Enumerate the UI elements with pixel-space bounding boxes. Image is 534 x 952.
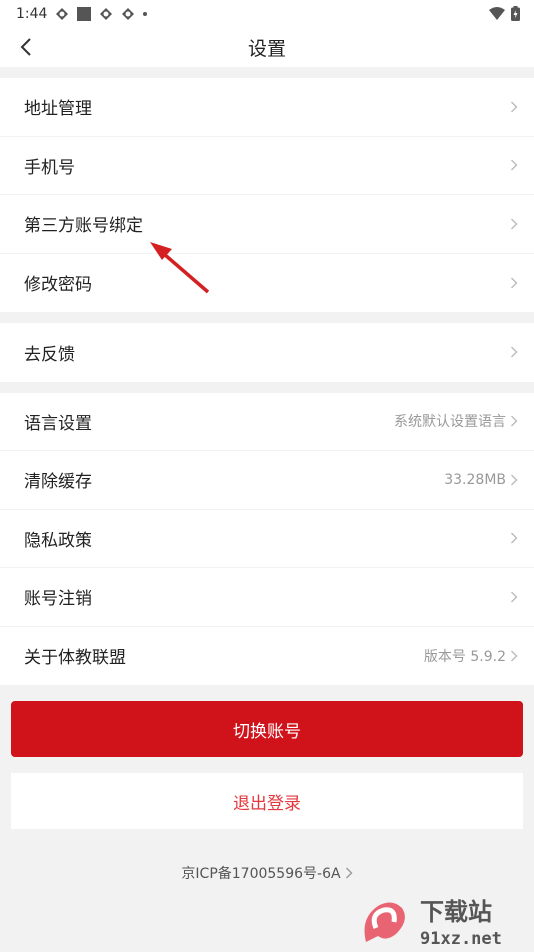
settings-group-account: 地址管理 手机号 第三方账号绑定 修改密码 xyxy=(0,78,534,312)
title-bar: 设置 xyxy=(0,27,534,67)
settings-item-about[interactable]: 关于体教联盟 版本号 5.9.2 xyxy=(0,627,534,686)
settings-item-right: 版本号 5.9.2 xyxy=(424,646,518,666)
settings-item-right xyxy=(510,217,518,231)
more-notifications-dot-icon xyxy=(143,11,148,16)
chevron-right-icon xyxy=(511,415,518,427)
settings-item-label: 地址管理 xyxy=(24,99,92,120)
back-button[interactable] xyxy=(8,27,44,67)
chevron-right-icon xyxy=(345,867,353,879)
settings-item-phone[interactable]: 手机号 xyxy=(0,137,534,195)
settings-item-label: 关于体教联盟 xyxy=(24,648,126,669)
settings-item-label: 清除缓存 xyxy=(24,472,92,493)
page-title: 设置 xyxy=(247,37,286,60)
status-time: 1:44 xyxy=(16,5,48,22)
chevron-right-icon xyxy=(511,474,518,486)
settings-item-address[interactable]: 地址管理 xyxy=(0,78,534,137)
wifi-icon xyxy=(489,7,505,20)
settings-item-right xyxy=(510,345,518,359)
settings-item-third-party-binding[interactable]: 第三方账号绑定 xyxy=(0,195,534,254)
site-watermark: 下载站 91xz.net xyxy=(358,892,530,949)
settings-item-clear-cache[interactable]: 清除缓存 33.28MB xyxy=(0,451,534,510)
status-right xyxy=(489,6,520,21)
chevron-right-icon xyxy=(511,650,518,662)
chevron-right-icon xyxy=(511,591,518,603)
chevron-right-icon xyxy=(511,101,518,113)
settings-item-language[interactable]: 语言设置 系统默认设置语言 xyxy=(0,393,534,451)
settings-group-feedback: 去反馈 xyxy=(0,323,534,382)
settings-group-general: 语言设置 系统默认设置语言 清除缓存 33.28MB 隐私政策 账号注销 关于体… xyxy=(0,392,534,686)
settings-item-right xyxy=(510,276,518,290)
settings-item-label: 手机号 xyxy=(24,157,75,178)
settings-item-value: 系统默认设置语言 xyxy=(394,414,506,431)
settings-item-right xyxy=(510,100,518,114)
chevron-right-icon xyxy=(511,159,518,171)
settings-item-value: 33.28MB xyxy=(444,471,506,488)
watermark-site: 91xz.net xyxy=(420,929,502,948)
chevron-right-icon xyxy=(511,346,518,358)
settings-item-right xyxy=(510,158,518,172)
settings-item-label: 第三方账号绑定 xyxy=(24,216,143,237)
switch-account-button[interactable]: 切换账号 xyxy=(11,701,523,757)
chevron-right-icon xyxy=(511,532,518,544)
settings-item-label: 修改密码 xyxy=(24,275,92,296)
app-notification-icon xyxy=(122,7,135,20)
settings-item-right: 33.28MB xyxy=(444,472,518,488)
settings-item-delete-account[interactable]: 账号注销 xyxy=(0,568,534,627)
settings-item-right xyxy=(510,531,518,545)
chevron-right-icon xyxy=(511,277,518,289)
battery-charging-icon xyxy=(511,6,520,21)
app-notification-icon xyxy=(77,6,92,21)
status-left: 1:44 xyxy=(16,5,148,22)
icp-text: 京ICP备17005596号-6A xyxy=(181,866,341,882)
app-notification-icon xyxy=(100,7,113,20)
watermark-logo-icon: 下载站 91xz.net xyxy=(364,898,502,949)
settings-item-privacy-policy[interactable]: 隐私政策 xyxy=(0,510,534,568)
back-arrow-icon xyxy=(20,38,31,56)
settings-item-label: 隐私政策 xyxy=(24,530,92,551)
settings-item-label: 语言设置 xyxy=(24,413,92,434)
logout-button[interactable]: 退出登录 xyxy=(11,773,523,829)
settings-item-right: 系统默认设置语言 xyxy=(394,411,518,431)
app-notification-icon xyxy=(56,7,69,20)
status-bar: 1:44 xyxy=(0,0,534,27)
settings-item-label: 账号注销 xyxy=(24,589,92,610)
watermark-brand: 下载站 xyxy=(420,898,492,926)
settings-item-right xyxy=(510,590,518,604)
settings-item-feedback[interactable]: 去反馈 xyxy=(0,323,534,382)
settings-item-value: 版本号 5.9.2 xyxy=(423,648,506,665)
chevron-right-icon xyxy=(511,218,518,230)
settings-item-change-password[interactable]: 修改密码 xyxy=(0,254,534,313)
icp-link[interactable]: 京ICP备17005596号-6A xyxy=(0,863,534,883)
settings-item-label: 去反馈 xyxy=(24,344,75,365)
